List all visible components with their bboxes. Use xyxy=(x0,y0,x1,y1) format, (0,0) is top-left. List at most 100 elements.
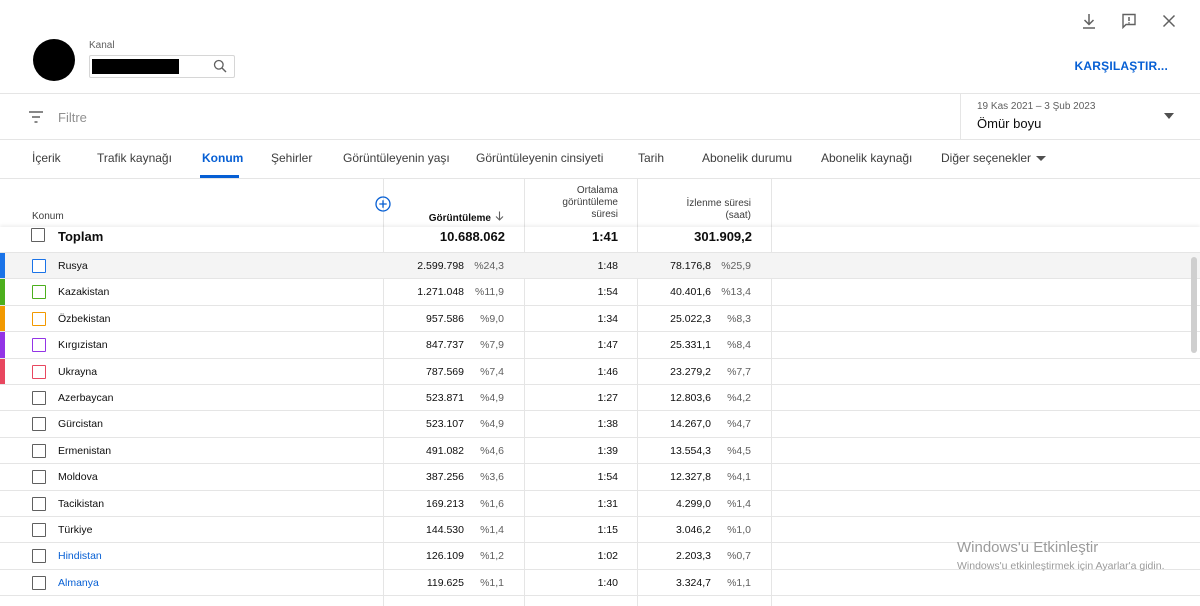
row-views: 169.213 xyxy=(426,497,464,510)
date-range-selector[interactable]: 19 Kas 2021 – 3 Şub 2023 Ömür boyu xyxy=(960,94,1200,139)
column-header-views[interactable]: Görüntüleme xyxy=(429,211,504,225)
row-checkbox[interactable] xyxy=(32,549,46,564)
row-location-name: Ukrayna xyxy=(58,365,98,378)
row-avg-duration: 1:31 xyxy=(597,497,618,510)
tab-icerik[interactable]: İçerik xyxy=(32,151,61,165)
feedback-icon[interactable] xyxy=(1120,12,1138,30)
table-row[interactable]: Moldova 387.256 %3,6 1:54 12.327,8 %4,1 xyxy=(0,464,1200,491)
row-checkbox[interactable] xyxy=(32,285,46,300)
tab-goruntuleyen-yasi[interactable]: Görüntüleyenin yaşı xyxy=(343,151,450,165)
column-header-konum[interactable]: Konum xyxy=(32,211,64,223)
row-checkbox[interactable] xyxy=(32,391,46,405)
column-header-avg-duration[interactable]: Ortalama görüntüleme süresi xyxy=(562,185,618,221)
row-avg-duration: 1:54 xyxy=(597,471,618,484)
row-watch-time: 78.176,8 xyxy=(670,260,711,272)
row-watch-time: 3.046,2 xyxy=(675,524,711,536)
tab-abonelik-kaynagi[interactable]: Abonelik kaynağı xyxy=(821,151,912,165)
table-row[interactable]: Gürcistan 523.107 %4,9 1:38 14.267,0 %4,7 xyxy=(0,411,1200,438)
column-header-watch-time[interactable]: İzlenme süresi (saat) xyxy=(687,198,751,222)
row-views: 523.871 xyxy=(426,392,464,404)
scrollbar[interactable] xyxy=(1191,257,1197,353)
compare-button[interactable]: KARŞILAŞTIR... xyxy=(1075,59,1168,73)
tab-diger-secenekler[interactable]: Diğer seçenekler xyxy=(941,151,1047,165)
row-watch-time: 3.324,7 xyxy=(675,576,711,589)
row-location-name: Kırgızistan xyxy=(58,339,108,352)
tab-goruntuleyen-cinsiyeti[interactable]: Görüntüleyenin cinsiyeti xyxy=(476,151,603,165)
sort-down-icon xyxy=(495,211,504,225)
row-location-name: Moldova xyxy=(58,471,98,484)
row-watch-pct: %1,4 xyxy=(727,497,751,510)
filter-icon[interactable] xyxy=(28,110,44,124)
row-checkbox[interactable] xyxy=(32,575,46,590)
row-location-name: Tacikistan xyxy=(58,497,105,510)
row-views-pct: %4,9 xyxy=(480,418,504,431)
row-checkbox[interactable] xyxy=(32,470,46,485)
table-row[interactable]: Rusya 2.599.798 %24,3 1:48 78.176,8 %25,9 xyxy=(0,253,1200,280)
table-row[interactable]: Azerbaycan 523.871 %4,9 1:27 12.803,6 %4,2 xyxy=(0,385,1200,412)
row-watch-time: 40.401,6 xyxy=(670,286,711,299)
table-row[interactable]: Ermenistan 491.082 %4,6 1:39 13.554,3 %4,5 xyxy=(0,438,1200,465)
row-avg-duration: 1:02 xyxy=(597,550,618,563)
row-avg-duration: 1:27 xyxy=(597,392,618,404)
series-color-bar xyxy=(0,253,5,279)
row-checkbox[interactable] xyxy=(32,259,46,273)
row-views: 523.107 xyxy=(426,418,464,431)
date-range-label: Ömür boyu xyxy=(977,116,1042,131)
row-watch-pct: %4,5 xyxy=(727,444,751,457)
row-watch-pct: %25,9 xyxy=(721,260,751,272)
column-header-avg-line1: Ortalama xyxy=(576,185,618,196)
tab-abonelik-durumu[interactable]: Abonelik durumu xyxy=(702,151,792,165)
row-watch-pct: %13,4 xyxy=(721,286,751,299)
row-location-name: Azerbaycan xyxy=(58,392,114,404)
row-watch-time: 12.803,6 xyxy=(670,392,711,404)
row-views-pct: %7,9 xyxy=(480,339,504,352)
row-watch-time: 13.554,3 xyxy=(670,444,711,457)
row-location-name[interactable]: Hindistan xyxy=(58,550,102,562)
table-row[interactable]: Almanya 119.625 %1,1 1:40 3.324,7 %1,1 xyxy=(0,570,1200,597)
close-icon[interactable] xyxy=(1160,12,1178,30)
row-views: 144.530 xyxy=(426,524,464,536)
row-views: 491.082 xyxy=(426,444,464,457)
row-watch-pct: %1,0 xyxy=(727,524,751,536)
channel-search-input[interactable] xyxy=(89,55,235,78)
tab-tarih[interactable]: Tarih xyxy=(638,151,664,165)
add-metric-icon[interactable] xyxy=(375,196,391,212)
row-views-pct: %11,9 xyxy=(475,286,504,299)
row-views: 387.256 xyxy=(426,471,464,484)
row-location-name: Rusya xyxy=(58,260,88,272)
row-avg-duration: 1:38 xyxy=(597,418,618,431)
total-row: Toplam 10.688.062 1:41 301.909,2 xyxy=(0,227,1200,253)
row-checkbox[interactable] xyxy=(32,417,46,432)
row-avg-duration: 1:47 xyxy=(597,339,618,352)
row-views: 787.569 xyxy=(426,365,464,378)
table-row[interactable]: Özbekistan 957.586 %9,0 1:34 25.022,3 %8,3 xyxy=(0,305,1200,333)
tab-diger-secenekler-label: Diğer seçenekler xyxy=(941,151,1032,165)
filter-input[interactable]: Filtre xyxy=(58,110,87,125)
download-icon[interactable] xyxy=(1080,12,1098,30)
row-views-pct: %4,6 xyxy=(480,444,504,457)
total-views: 10.688.062 xyxy=(439,229,505,244)
table-row[interactable]: Kırgızistan 847.737 %7,9 1:47 25.331,1 %8,4 xyxy=(0,332,1200,359)
tab-konum[interactable]: Konum xyxy=(202,151,243,165)
row-checkbox[interactable] xyxy=(32,496,46,511)
total-watch-time: 301.909,2 xyxy=(694,229,752,244)
row-views: 2.599.798 xyxy=(417,260,464,272)
activation-watermark-subtitle: Windows'u etkinleştirmek için Ayarlar'a … xyxy=(957,560,1165,572)
total-checkbox[interactable] xyxy=(31,228,45,242)
tab-sehirler[interactable]: Şehirler xyxy=(271,151,312,165)
row-watch-time: 14.267,0 xyxy=(670,418,711,431)
tab-trafik-kaynagi[interactable]: Trafik kaynağı xyxy=(97,151,172,165)
dropdown-caret-icon xyxy=(1164,113,1174,119)
table-row[interactable]: Ukrayna 787.569 %7,4 1:46 23.279,2 %7,7 xyxy=(0,358,1200,385)
table-row[interactable]: Tacikistan 169.213 %1,6 1:31 4.299,0 %1,4 xyxy=(0,491,1200,517)
row-checkbox[interactable] xyxy=(32,364,46,379)
column-header-avg-line3: süresi xyxy=(591,209,618,220)
row-checkbox[interactable] xyxy=(32,443,46,458)
search-icon[interactable] xyxy=(213,59,227,73)
row-checkbox[interactable] xyxy=(32,338,46,353)
row-checkbox[interactable] xyxy=(32,523,46,537)
row-checkbox[interactable] xyxy=(32,311,46,326)
table-row[interactable]: Kazakistan 1.271.048 %11,9 1:54 40.401,6 %13,… xyxy=(0,279,1200,306)
row-location-name[interactable]: Almanya xyxy=(58,577,99,589)
row-views-pct: %1,4 xyxy=(480,524,504,536)
